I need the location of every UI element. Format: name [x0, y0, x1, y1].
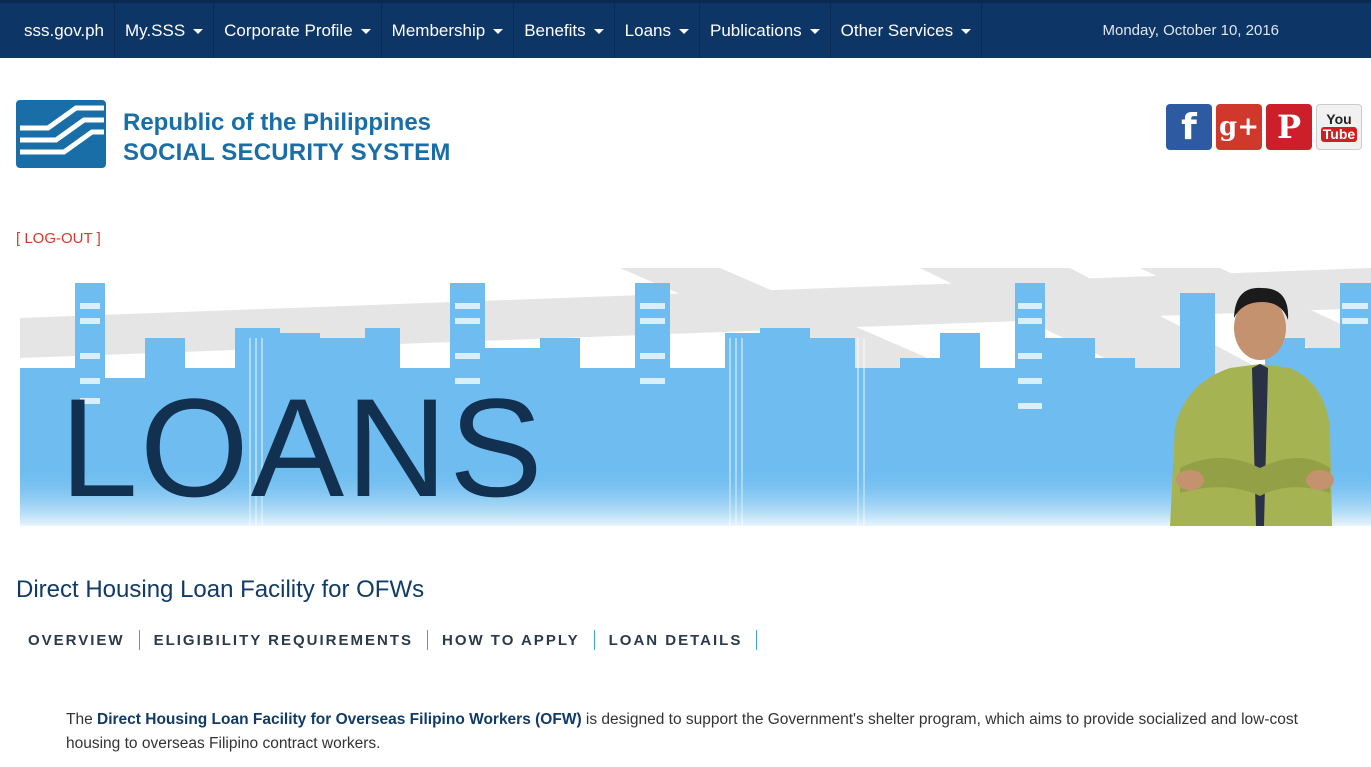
facebook-icon[interactable]: f	[1166, 104, 1212, 150]
caret-down-icon	[360, 29, 371, 34]
nav-item-other-services[interactable]: Other Services	[831, 3, 983, 58]
page-title: Direct Housing Loan Facility for OFWs	[16, 576, 425, 603]
tab-loan-details[interactable]: LOAN DETAILS	[601, 632, 751, 649]
brand-name: Republic of the Philippines SOCIAL SECUR…	[123, 108, 451, 168]
banner-title: LOANS	[60, 369, 545, 526]
caret-down-icon	[961, 29, 972, 34]
caret-down-icon	[809, 29, 820, 34]
caret-down-icon	[593, 29, 604, 34]
nav-item-membership[interactable]: Membership	[382, 3, 515, 58]
sss-logo-icon[interactable]	[16, 100, 106, 168]
caret-down-icon	[193, 29, 204, 34]
nav-item-label: Other Services	[840, 20, 954, 40]
nav-item-label: Membership	[391, 20, 486, 40]
google-plus-icon[interactable]: g+	[1216, 104, 1262, 150]
tab-separator	[138, 630, 140, 650]
social-links: f g+ P You Tube	[1166, 104, 1362, 150]
brand-line-republic: Republic of the Philippines	[123, 109, 432, 136]
brand-line-sss: SOCIAL SECURITY SYSTEM	[123, 139, 451, 166]
caret-down-icon	[678, 29, 689, 34]
nav-item-label: Benefits	[524, 20, 586, 40]
top-navigation: sss.gov.ph My.SSS Corporate Profile Memb…	[0, 0, 1371, 58]
section-tabs: OVERVIEW ELIGIBILITY REQUIREMENTS HOW TO…	[20, 630, 763, 650]
tab-separator	[756, 630, 758, 650]
intro-prefix: The	[66, 711, 98, 728]
nav-item-loans[interactable]: Loans	[615, 3, 700, 58]
tab-eligibility-requirements[interactable]: ELIGIBILITY REQUIREMENTS	[146, 632, 421, 649]
nav-item-publications[interactable]: Publications	[700, 3, 831, 58]
caret-down-icon	[493, 29, 504, 34]
tab-separator	[593, 630, 595, 650]
nav-item-corporate-profile[interactable]: Corporate Profile	[214, 3, 382, 58]
nav-item-my-sss[interactable]: My.SSS	[115, 3, 215, 58]
tab-overview[interactable]: OVERVIEW	[20, 632, 133, 649]
tab-how-to-apply[interactable]: HOW TO APPLY	[434, 632, 588, 649]
logout-link[interactable]: [ LOG-OUT ]	[16, 230, 101, 247]
intro-emphasis: Direct Housing Loan Facility for Oversea…	[97, 711, 582, 728]
youtube-icon[interactable]: You Tube	[1316, 104, 1362, 150]
nav-item-label: Loans	[624, 20, 671, 40]
intro-paragraph: The Direct Housing Loan Facility for Ove…	[66, 708, 1336, 756]
nav-item-label: My.SSS	[125, 20, 186, 40]
nav-item-label: Publications	[709, 20, 802, 40]
pinterest-icon[interactable]: P	[1266, 104, 1312, 150]
loans-banner: LOANS	[20, 268, 1371, 526]
tab-separator	[426, 630, 428, 650]
nav-item-label: Corporate Profile	[224, 20, 353, 40]
nav-item-benefits[interactable]: Benefits	[514, 3, 615, 58]
nav-home-label: sss.gov.ph	[24, 20, 105, 40]
nav-home-link[interactable]: sss.gov.ph	[0, 3, 116, 58]
current-date: Monday, October 10, 2016	[1102, 22, 1280, 39]
